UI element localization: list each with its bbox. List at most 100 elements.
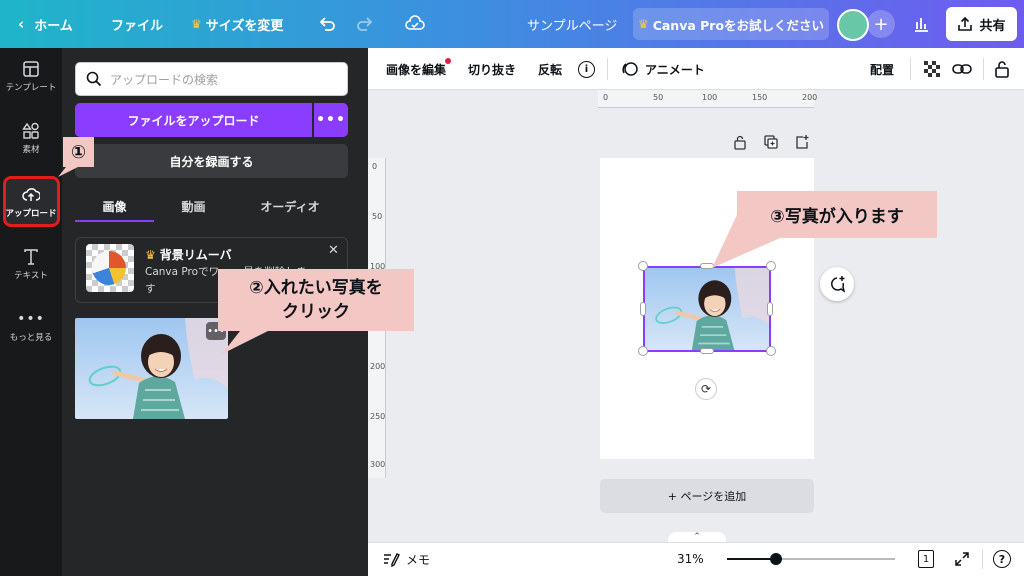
zoom-slider-knob[interactable] xyxy=(770,553,782,565)
info-button[interactable]: i xyxy=(578,48,595,90)
resize-handle-right[interactable] xyxy=(767,302,773,316)
add-page-icon[interactable] xyxy=(794,134,810,150)
add-comment-button[interactable] xyxy=(820,267,854,301)
resize-handle-bottom-left[interactable] xyxy=(638,346,648,356)
page-count: 1 xyxy=(918,550,934,568)
rail-label: 素材 xyxy=(22,144,40,155)
resize-label: サイズを変更 xyxy=(205,18,284,34)
share-label: 共有 xyxy=(979,18,1006,34)
resize-handle-top[interactable] xyxy=(700,263,714,269)
bar-chart-icon xyxy=(915,18,928,32)
resize-handle-top-left[interactable] xyxy=(638,261,648,271)
page-count-button[interactable]: 1 xyxy=(918,542,934,576)
rail-label: テキスト xyxy=(14,270,48,281)
record-yourself-button[interactable]: 自分を録画する xyxy=(75,144,348,178)
search-icon xyxy=(86,71,102,87)
avatar[interactable] xyxy=(837,9,869,41)
notes-button[interactable]: メモ xyxy=(382,542,430,576)
plus-icon: + xyxy=(873,13,889,35)
ruler-tick-label: 200 xyxy=(802,93,818,102)
horizontal-ruler: 0 50 100 150 200 xyxy=(598,90,818,108)
lock-page-icon[interactable] xyxy=(732,134,748,150)
position-button[interactable]: 配置 xyxy=(870,48,894,90)
resize-button[interactable]: ♛ サイズを変更 xyxy=(191,0,283,48)
duplicate-page-icon[interactable] xyxy=(763,134,779,150)
animate-button[interactable]: アニメート xyxy=(621,48,705,90)
undo-button[interactable] xyxy=(318,0,336,48)
share-button[interactable]: 共有 xyxy=(946,7,1017,41)
ruler-tick-label: 0 xyxy=(372,162,378,171)
rail-item-uploads[interactable]: アップロード xyxy=(0,174,62,230)
rail-item-text[interactable]: テキスト xyxy=(0,236,62,292)
shapes-icon xyxy=(22,122,39,139)
bottom-divider xyxy=(982,549,983,569)
file-menu[interactable]: ファイル xyxy=(111,0,163,48)
try-pro-button[interactable]: ♛ Canva Proをお試しください xyxy=(633,8,829,40)
ruler-tick-label: 50 xyxy=(372,212,383,221)
crop-button[interactable]: 切り抜き xyxy=(468,48,516,90)
toolbar-divider xyxy=(607,58,608,80)
unlock-icon xyxy=(995,61,1009,78)
crown-icon: ♛ xyxy=(191,17,202,31)
lock-button[interactable] xyxy=(994,48,1010,90)
document-title[interactable]: サンプルページ xyxy=(527,0,617,48)
ruler-tick-label: 250 xyxy=(370,412,386,421)
tab-images[interactable]: 画像 xyxy=(75,190,154,222)
rail-label: もっと見る xyxy=(9,332,53,343)
tab-audio[interactable]: オーディオ xyxy=(240,190,340,222)
upload-more-button[interactable]: ••• xyxy=(314,103,348,137)
link-button[interactable] xyxy=(952,48,972,90)
redo-button[interactable] xyxy=(356,0,374,48)
resize-handle-bottom[interactable] xyxy=(700,348,714,354)
flip-button[interactable]: 反転 xyxy=(538,48,562,90)
comment-plus-icon xyxy=(831,276,846,293)
ruler-tick-label: 0 xyxy=(603,93,609,102)
tab-videos[interactable]: 動画 xyxy=(154,190,233,222)
insights-button[interactable] xyxy=(912,0,930,48)
step2-line1: ②入れたい写真を xyxy=(249,278,383,298)
info-icon: i xyxy=(578,60,595,78)
search-input[interactable]: アップロードの検索 xyxy=(75,62,348,96)
more-dots-icon: ••• xyxy=(17,310,45,327)
step3-annotation: ③写真が入ります xyxy=(737,191,937,238)
ruler-tick-label: 100 xyxy=(702,93,718,102)
animate-label: アニメート xyxy=(645,62,705,77)
rail-item-more[interactable]: ••• もっと見る xyxy=(0,298,62,354)
upload-files-button[interactable]: ファイルをアップロード xyxy=(75,103,312,137)
fullscreen-button[interactable] xyxy=(954,542,970,576)
template-icon xyxy=(23,60,39,77)
resize-handle-left[interactable] xyxy=(640,302,646,316)
notes-label: メモ xyxy=(406,552,431,567)
add-collaborator-button[interactable]: + xyxy=(867,10,895,38)
help-button[interactable]: ? xyxy=(993,542,1011,576)
rail-label: テンプレート xyxy=(5,82,57,93)
crown-icon: ♛ xyxy=(637,17,649,31)
ruler-tick-label: 300 xyxy=(370,460,386,469)
rail-item-elements[interactable]: 素材 xyxy=(0,110,62,166)
rail-item-templates[interactable]: テンプレート xyxy=(0,48,62,104)
link-icon xyxy=(952,64,972,74)
chevron-left-icon: ‹ xyxy=(18,15,25,33)
selection-frame xyxy=(643,266,771,352)
transparency-icon xyxy=(924,61,940,77)
resize-handle-top-right[interactable] xyxy=(766,261,776,271)
cloud-upload-icon xyxy=(22,187,40,201)
cloud-saved-icon xyxy=(405,0,425,48)
step2-line2: クリック xyxy=(282,302,350,322)
zoom-slider-fill xyxy=(727,558,776,560)
chevron-up-icon: ⌃ xyxy=(693,532,701,542)
transparency-button[interactable] xyxy=(923,48,941,90)
edit-image-button[interactable]: 画像を編集 xyxy=(386,48,446,90)
home-label: ホーム xyxy=(34,18,73,34)
undo-icon xyxy=(319,17,335,31)
zoom-value[interactable]: 31% xyxy=(677,542,704,576)
add-page-button[interactable]: + ページを追加 xyxy=(600,479,814,513)
rotate-handle[interactable]: ⟳ xyxy=(695,378,717,400)
tab-underline xyxy=(75,220,154,222)
home-button[interactable]: ‹ ホーム xyxy=(18,0,73,48)
close-icon[interactable]: ✕ xyxy=(328,243,339,258)
rail-label: アップロード xyxy=(5,208,57,219)
step1-annotation: ① xyxy=(63,137,94,167)
resize-handle-bottom-right[interactable] xyxy=(766,346,776,356)
share-icon xyxy=(958,16,973,31)
